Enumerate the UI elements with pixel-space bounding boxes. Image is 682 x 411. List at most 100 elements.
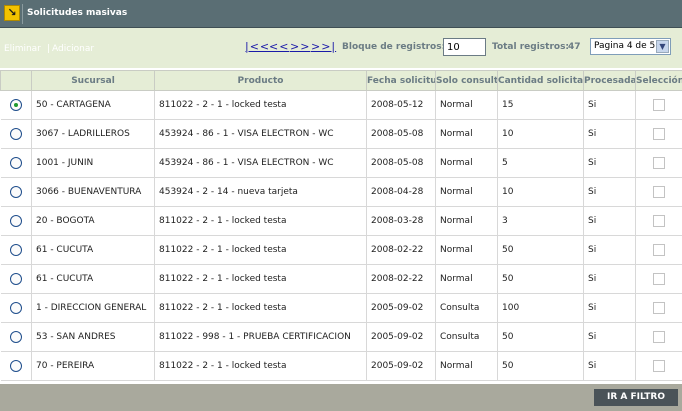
row-radio[interactable] bbox=[9, 128, 22, 140]
total-records-value: 47 bbox=[568, 42, 581, 52]
row-radio[interactable] bbox=[9, 186, 22, 198]
row-checkbox-cell[interactable] bbox=[635, 293, 682, 323]
row-checkbox[interactable] bbox=[653, 128, 665, 140]
row-checkbox-cell[interactable] bbox=[635, 322, 682, 352]
row-radio-cell[interactable] bbox=[0, 177, 32, 207]
table-row[interactable]: 20 - BOGOTA 811022 - 2 - 1 - locked testa… bbox=[0, 206, 682, 236]
row-checkbox[interactable] bbox=[653, 244, 665, 256]
header-fecha[interactable]: Fecha solicitud bbox=[366, 70, 436, 91]
cell-procesada: Si bbox=[583, 177, 636, 207]
row-radio-cell[interactable] bbox=[0, 119, 32, 149]
row-checkbox[interactable] bbox=[653, 215, 665, 227]
cell-procesada: Si bbox=[583, 351, 636, 381]
table-row[interactable]: 1 - DIRECCION GENERAL 811022 - 2 - 1 - lo… bbox=[0, 293, 682, 323]
row-radio-cell[interactable] bbox=[0, 351, 32, 381]
header-cantidad[interactable]: Cantidad solicitada bbox=[497, 70, 584, 91]
cell-cantidad: 10 bbox=[497, 177, 584, 207]
table-row[interactable]: 61 - CUCUTA 811022 - 2 - 1 - locked testa… bbox=[0, 235, 682, 265]
requests-table: Sucursal Producto Fecha solicitud Solo c… bbox=[0, 70, 682, 381]
table-row[interactable]: 3066 - BUENAVENTURA 453924 - 2 - 14 - nue… bbox=[0, 177, 682, 207]
prev-page-link[interactable]: << bbox=[269, 40, 289, 53]
row-radio-cell[interactable] bbox=[0, 322, 32, 352]
cell-sucursal: 70 - PEREIRA bbox=[31, 351, 155, 381]
row-radio[interactable] bbox=[9, 99, 22, 111]
header-solo-consulta[interactable]: Solo consulta bbox=[435, 70, 498, 91]
table-body: 50 - CARTAGENA 811022 - 2 - 1 - locked te… bbox=[0, 90, 682, 381]
row-radio[interactable] bbox=[9, 273, 22, 285]
cell-procesada: Si bbox=[583, 322, 636, 352]
row-radio-cell[interactable] bbox=[0, 293, 32, 323]
next-page-link[interactable]: >> bbox=[290, 40, 310, 53]
last-page-link[interactable]: >>| bbox=[311, 40, 336, 53]
page-select[interactable]: Pagina 4 de 5 ▼ bbox=[590, 38, 671, 55]
cell-solo-consulta: Normal bbox=[435, 264, 498, 294]
row-checkbox[interactable] bbox=[653, 302, 665, 314]
cell-fecha: 2008-05-08 bbox=[366, 119, 436, 149]
row-radio[interactable] bbox=[9, 244, 22, 256]
cell-cantidad: 100 bbox=[497, 293, 584, 323]
cell-cantidad: 50 bbox=[497, 322, 584, 352]
cell-cantidad: 50 bbox=[497, 235, 584, 265]
table-row[interactable]: 70 - PEREIRA 811022 - 2 - 1 - locked test… bbox=[0, 351, 682, 381]
row-checkbox-cell[interactable] bbox=[635, 177, 682, 207]
row-radio[interactable] bbox=[9, 157, 22, 169]
cell-sucursal: 53 - SAN ANDRES bbox=[31, 322, 155, 352]
row-radio-cell[interactable] bbox=[0, 148, 32, 178]
row-radio-cell[interactable] bbox=[0, 90, 32, 120]
table-row[interactable]: 3067 - LADRILLEROS 453924 - 86 - 1 - VISA… bbox=[0, 119, 682, 149]
row-checkbox[interactable] bbox=[653, 331, 665, 343]
cell-solo-consulta: Normal bbox=[435, 119, 498, 149]
header-procesada[interactable]: Procesada bbox=[583, 70, 636, 91]
toolbar: Eliminar | Adicionar |<< << >> >>| Bloqu… bbox=[0, 28, 682, 68]
row-radio[interactable] bbox=[9, 215, 22, 227]
cell-cantidad: 50 bbox=[497, 264, 584, 294]
first-page-link[interactable]: |<< bbox=[245, 40, 270, 53]
row-checkbox[interactable] bbox=[653, 273, 665, 285]
arrow-corner-icon: ↘ bbox=[4, 5, 20, 21]
header-seleccion: Selección bbox=[635, 70, 682, 91]
row-checkbox-cell[interactable] bbox=[635, 90, 682, 120]
page-title: Solicitudes masivas bbox=[27, 8, 128, 18]
delete-link[interactable]: Eliminar bbox=[4, 44, 41, 54]
row-radio-cell[interactable] bbox=[0, 264, 32, 294]
add-link[interactable]: Adicionar bbox=[52, 44, 94, 54]
cell-cantidad: 10 bbox=[497, 119, 584, 149]
table-row[interactable]: 50 - CARTAGENA 811022 - 2 - 1 - locked te… bbox=[0, 90, 682, 120]
cell-producto: 811022 - 2 - 1 - locked testa bbox=[154, 264, 367, 294]
cell-fecha: 2005-09-02 bbox=[366, 351, 436, 381]
chevron-down-icon[interactable]: ▼ bbox=[656, 40, 669, 53]
cell-producto: 811022 - 2 - 1 - locked testa bbox=[154, 293, 367, 323]
row-radio-cell[interactable] bbox=[0, 235, 32, 265]
row-checkbox[interactable] bbox=[653, 99, 665, 111]
row-checkbox[interactable] bbox=[653, 157, 665, 169]
row-checkbox-cell[interactable] bbox=[635, 148, 682, 178]
row-checkbox-cell[interactable] bbox=[635, 119, 682, 149]
table-row[interactable]: 1001 - JUNIN 453924 - 86 - 1 - VISA ELECT… bbox=[0, 148, 682, 178]
table-row[interactable]: 53 - SAN ANDRES 811022 - 998 - 1 - PRUEBA… bbox=[0, 322, 682, 352]
block-size-input[interactable] bbox=[443, 38, 486, 56]
cell-procesada: Si bbox=[583, 90, 636, 120]
row-checkbox-cell[interactable] bbox=[635, 264, 682, 294]
cell-procesada: Si bbox=[583, 264, 636, 294]
row-checkbox-cell[interactable] bbox=[635, 351, 682, 381]
row-radio[interactable] bbox=[9, 331, 22, 343]
cell-sucursal: 3066 - BUENAVENTURA bbox=[31, 177, 155, 207]
table-row[interactable]: 61 - CUCUTA 811022 - 2 - 1 - locked testa… bbox=[0, 264, 682, 294]
cell-producto: 811022 - 2 - 1 - locked testa bbox=[154, 351, 367, 381]
row-checkbox[interactable] bbox=[653, 360, 665, 372]
cell-producto: 811022 - 2 - 1 - locked testa bbox=[154, 235, 367, 265]
header-sucursal[interactable]: Sucursal bbox=[31, 70, 155, 91]
row-radio[interactable] bbox=[9, 302, 22, 314]
cell-producto: 811022 - 2 - 1 - locked testa bbox=[154, 206, 367, 236]
cell-fecha: 2005-09-02 bbox=[366, 322, 436, 352]
cell-fecha: 2008-02-22 bbox=[366, 235, 436, 265]
header-producto[interactable]: Producto bbox=[154, 70, 367, 91]
filter-button[interactable]: IR A FILTRO bbox=[594, 389, 678, 406]
header-select bbox=[0, 70, 32, 91]
row-radio[interactable] bbox=[9, 360, 22, 372]
row-checkbox-cell[interactable] bbox=[635, 206, 682, 236]
row-radio-cell[interactable] bbox=[0, 206, 32, 236]
cell-cantidad: 50 bbox=[497, 351, 584, 381]
row-checkbox[interactable] bbox=[653, 186, 665, 198]
row-checkbox-cell[interactable] bbox=[635, 235, 682, 265]
